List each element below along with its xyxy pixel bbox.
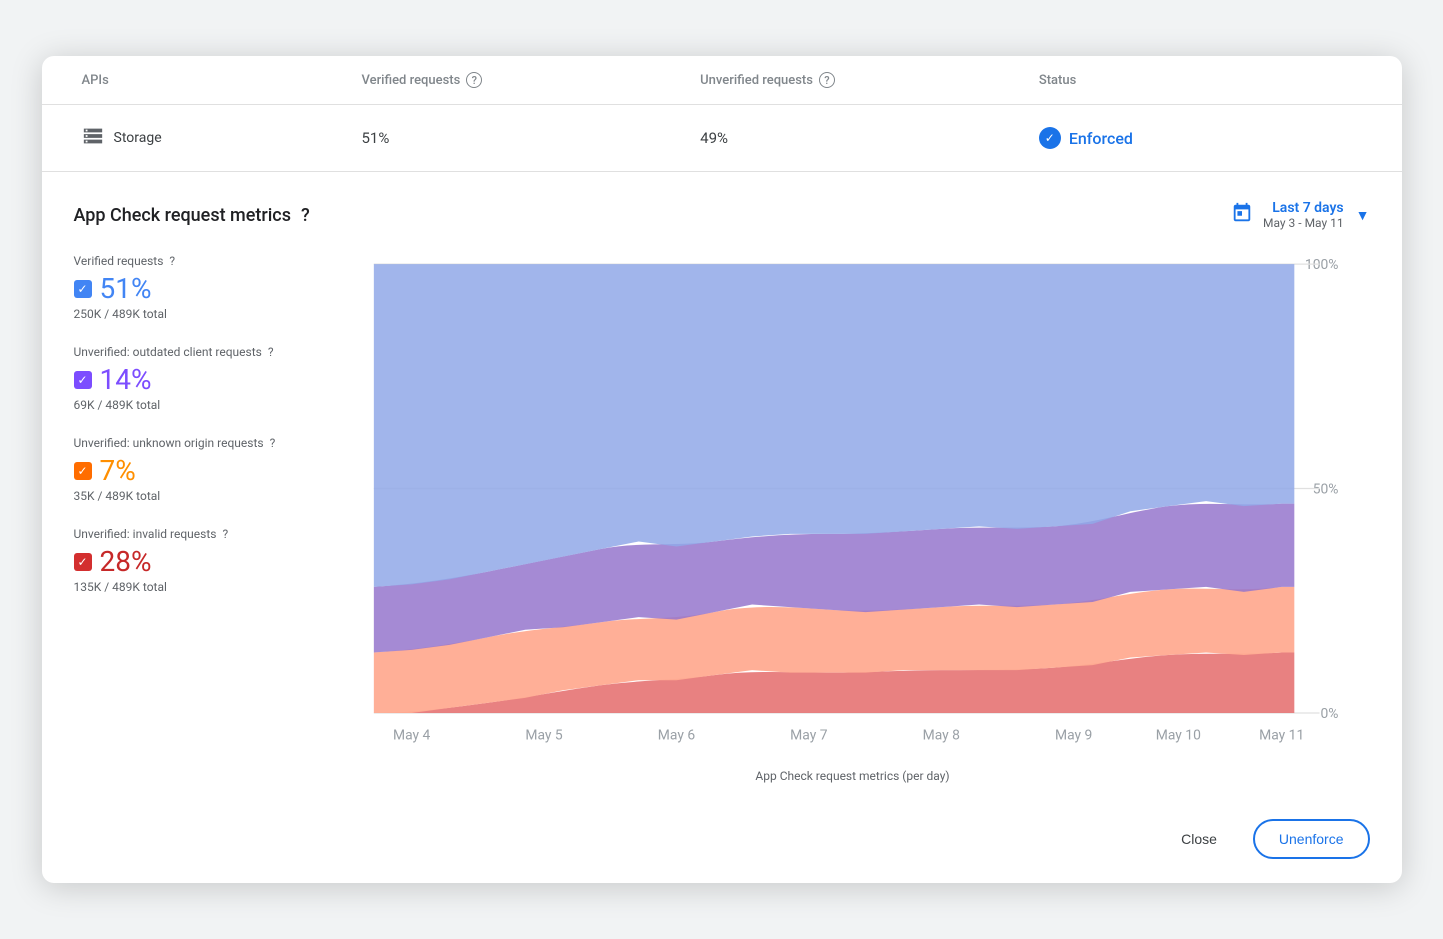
legend-invalid-total: 135K / 489K total xyxy=(74,580,304,594)
enforced-badge: ✓ Enforced xyxy=(1039,127,1133,149)
chevron-down-icon: ▼ xyxy=(1356,207,1370,224)
legend-verified: Verified requests ? ✓ 51% 250K / 489K to… xyxy=(74,254,304,321)
storage-verified-cell: 51% xyxy=(354,109,693,167)
date-range-control[interactable]: Last 7 days May 3 - May 11 ▼ xyxy=(1231,200,1370,230)
legend-outdated-pct: 14% xyxy=(100,363,152,396)
table-header: APIs Verified requests ? Unverified requ… xyxy=(42,56,1402,105)
storage-api-name: Storage xyxy=(114,130,162,146)
storage-verified-pct: 51% xyxy=(362,129,390,147)
svg-text:May 10: May 10 xyxy=(1155,728,1200,744)
legend-outdated: Unverified: outdated client requests ? ✓… xyxy=(74,345,304,412)
storage-row: Storage 51% 49% ✓ Enforced xyxy=(42,105,1402,172)
unenforce-button[interactable]: Unenforce xyxy=(1253,819,1370,859)
calendar-icon xyxy=(1231,202,1253,228)
svg-text:0%: 0% xyxy=(1320,706,1338,722)
legend-verified-total: 250K / 489K total xyxy=(74,307,304,321)
storage-status-cell: ✓ Enforced xyxy=(1031,107,1370,169)
legend-outdated-label: Unverified: outdated client requests ? xyxy=(74,345,304,359)
metrics-header: App Check request metrics ? Last 7 days … xyxy=(74,200,1370,230)
legend-verified-checkbox[interactable]: ✓ xyxy=(74,280,92,298)
unverified-help-icon[interactable]: ? xyxy=(819,72,835,88)
enforced-check-icon: ✓ xyxy=(1039,127,1061,149)
metrics-title-row: App Check request metrics ? xyxy=(74,205,310,226)
legend-verified-help[interactable]: ? xyxy=(169,254,175,268)
close-button[interactable]: Close xyxy=(1161,821,1237,857)
legend-unknown-help[interactable]: ? xyxy=(270,436,276,450)
legend-invalid-help[interactable]: ? xyxy=(222,527,228,541)
legend-unknown-checkbox[interactable]: ✓ xyxy=(74,462,92,480)
storage-unverified-cell: 49% xyxy=(692,109,1031,167)
legend-unknown-pct: 7% xyxy=(100,454,136,487)
legend-unknown-total: 35K / 489K total xyxy=(74,489,304,503)
metrics-title-text: App Check request metrics xyxy=(74,205,291,226)
legend-unknown: Unverified: unknown origin requests ? ✓ … xyxy=(74,436,304,503)
col-header-apis: APIs xyxy=(74,56,354,104)
legend-outdated-total: 69K / 489K total xyxy=(74,398,304,412)
legend-invalid: Unverified: invalid requests ? ✓ 28% 135… xyxy=(74,527,304,594)
chart-svg-wrapper: 100% 50% 0% xyxy=(336,254,1370,762)
col-header-verified: Verified requests ? xyxy=(354,56,693,104)
legend-outdated-help[interactable]: ? xyxy=(268,345,274,359)
col-header-status: Status xyxy=(1031,56,1370,104)
metrics-chart: 100% 50% 0% xyxy=(336,254,1370,758)
svg-text:100%: 100% xyxy=(1304,257,1338,273)
storage-api-cell: Storage xyxy=(74,105,354,171)
svg-text:May 4: May 4 xyxy=(393,728,431,744)
date-range-sub: May 3 - May 11 xyxy=(1263,216,1344,230)
svg-text:May 9: May 9 xyxy=(1055,728,1092,744)
enforced-label: Enforced xyxy=(1069,129,1133,148)
modal-footer: Close Unenforce xyxy=(42,803,1402,883)
svg-text:May 11: May 11 xyxy=(1259,728,1304,744)
legend-outdated-checkbox[interactable]: ✓ xyxy=(74,371,92,389)
storage-unverified-pct: 49% xyxy=(700,129,728,147)
svg-text:May 7: May 7 xyxy=(790,728,828,744)
verified-help-icon[interactable]: ? xyxy=(466,72,482,88)
svg-text:May 6: May 6 xyxy=(657,728,695,744)
legend-verified-label: Verified requests ? xyxy=(74,254,304,268)
date-range-label: Last 7 days xyxy=(1263,200,1344,216)
chart-area: 100% 50% 0% xyxy=(336,254,1370,782)
chart-x-label: App Check request metrics (per day) xyxy=(336,769,1370,783)
svg-text:50%: 50% xyxy=(1312,482,1338,498)
svg-text:May 8: May 8 xyxy=(922,728,960,744)
svg-text:May 5: May 5 xyxy=(525,728,563,744)
metrics-section: App Check request metrics ? Last 7 days … xyxy=(42,172,1402,802)
chart-legend: Verified requests ? ✓ 51% 250K / 489K to… xyxy=(74,254,304,618)
legend-invalid-pct: 28% xyxy=(100,545,152,578)
legend-unknown-label: Unverified: unknown origin requests ? xyxy=(74,436,304,450)
legend-invalid-label: Unverified: invalid requests ? xyxy=(74,527,304,541)
legend-invalid-checkbox[interactable]: ✓ xyxy=(74,553,92,571)
modal-container: APIs Verified requests ? Unverified requ… xyxy=(42,56,1402,882)
metrics-help-icon[interactable]: ? xyxy=(301,205,310,226)
storage-icon xyxy=(82,125,104,151)
metrics-content: Verified requests ? ✓ 51% 250K / 489K to… xyxy=(74,254,1370,782)
date-range-text: Last 7 days May 3 - May 11 xyxy=(1263,200,1344,230)
col-header-unverified: Unverified requests ? xyxy=(692,56,1031,104)
legend-verified-pct: 51% xyxy=(100,272,152,305)
